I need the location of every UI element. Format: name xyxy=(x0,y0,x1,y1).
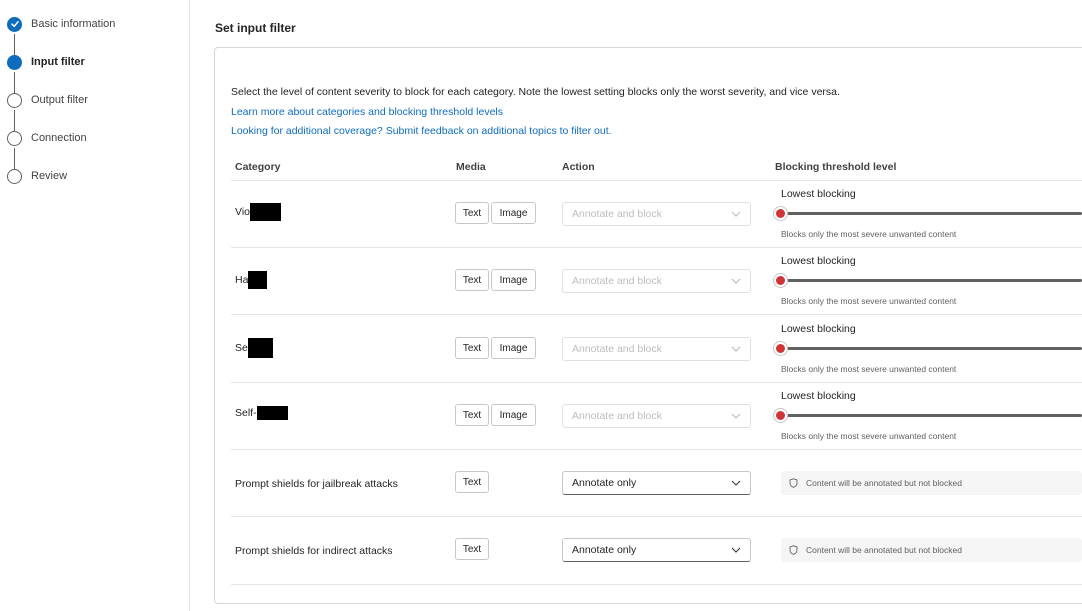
table-row: Ha Text Image Annotate and block Lowest … xyxy=(0,247,1082,314)
threshold-slider-thumb[interactable] xyxy=(774,342,787,355)
media-image-chip: Image xyxy=(491,337,536,359)
table-row: Se Text Image Annotate and block Lowest … xyxy=(0,314,1082,381)
category-cell: Se xyxy=(235,338,273,358)
category-name: Se xyxy=(235,342,248,354)
redaction-block xyxy=(256,406,288,420)
category-name: Prompt shields for jailbreak attacks xyxy=(235,478,398,490)
threshold-title: Lowest blocking xyxy=(781,255,856,267)
feedback-link[interactable]: Looking for additional coverage? Submit … xyxy=(231,125,612,137)
checkmark-icon xyxy=(7,16,22,32)
table-row: Vio Text Image Annotate and block Lowest… xyxy=(0,180,1082,247)
media-text-chip: Text xyxy=(455,404,489,426)
threshold-slider-track[interactable] xyxy=(780,212,1082,215)
threshold-description: Blocks only the most severe unwanted con… xyxy=(781,364,957,374)
action-value: Annotate and block xyxy=(572,275,662,287)
action-value: Annotate only xyxy=(572,477,637,489)
column-header-threshold: Blocking threshold level xyxy=(775,161,897,173)
media-image-chip: Image xyxy=(491,202,536,224)
redaction-block xyxy=(248,271,268,289)
step-connection[interactable]: Connection xyxy=(7,128,87,148)
media-text-chip: Text xyxy=(455,337,489,359)
page-title: Set input filter xyxy=(215,21,296,35)
action-dropdown[interactable]: Annotate and block xyxy=(562,202,751,226)
step-label: Output filter xyxy=(31,94,88,106)
media-image-chip: Image xyxy=(491,404,536,426)
action-value: Annotate and block xyxy=(572,343,662,355)
chevron-down-icon xyxy=(731,413,741,419)
threshold-slider-thumb[interactable] xyxy=(774,207,787,220)
shield-icon xyxy=(789,545,798,555)
step-pending-indicator xyxy=(7,130,22,146)
annotation-info-box: Content will be annotated but not blocke… xyxy=(781,538,1082,562)
threshold-title: Lowest blocking xyxy=(781,323,856,335)
table-row: Self- Text Image Annotate and block Lowe… xyxy=(0,382,1082,449)
step-basic-information[interactable]: Basic information xyxy=(7,14,115,34)
column-header-category: Category xyxy=(235,161,281,173)
annotation-info-text: Content will be annotated but not blocke… xyxy=(806,478,962,488)
threshold-description: Blocks only the most severe unwanted con… xyxy=(781,431,957,441)
threshold-slider-track[interactable] xyxy=(780,347,1082,350)
category-cell: Prompt shields for jailbreak attacks xyxy=(235,478,398,490)
threshold-slider-thumb[interactable] xyxy=(774,409,787,422)
chevron-down-icon xyxy=(731,346,741,352)
step-pending-indicator xyxy=(7,92,22,108)
action-dropdown[interactable]: Annotate and block xyxy=(562,337,751,361)
action-value: Annotate and block xyxy=(572,208,662,220)
threshold-slider-thumb[interactable] xyxy=(774,274,787,287)
action-value: Annotate and block xyxy=(572,410,662,422)
table-row: Prompt shields for indirect attacks Text… xyxy=(0,516,1082,583)
threshold-description: Blocks only the most severe unwanted con… xyxy=(781,229,957,239)
category-name: Prompt shields for indirect attacks xyxy=(235,545,393,557)
threshold-title: Lowest blocking xyxy=(781,390,856,402)
chevron-down-icon xyxy=(731,547,741,553)
category-name: Self- xyxy=(235,407,257,419)
threshold-description: Blocks only the most severe unwanted con… xyxy=(781,296,957,306)
column-header-action: Action xyxy=(562,161,595,173)
threshold-title: Lowest blocking xyxy=(781,188,856,200)
action-dropdown[interactable]: Annotate and block xyxy=(562,269,751,293)
action-dropdown[interactable]: Annotate only xyxy=(562,471,751,495)
category-cell: Prompt shields for indirect attacks xyxy=(235,545,393,557)
action-dropdown[interactable]: Annotate only xyxy=(562,538,751,562)
shield-icon xyxy=(789,478,798,488)
category-name: Vio xyxy=(235,206,250,218)
column-header-media: Media xyxy=(456,161,486,173)
media-text-chip: Text xyxy=(455,269,489,291)
redaction-block xyxy=(250,203,281,221)
step-label: Basic information xyxy=(31,18,116,30)
action-dropdown[interactable]: Annotate and block xyxy=(562,404,751,428)
annotation-info-text: Content will be annotated but not blocke… xyxy=(806,545,962,555)
step-label: Input filter xyxy=(31,56,85,68)
row-divider xyxy=(231,584,1082,585)
chevron-down-icon xyxy=(731,211,741,217)
step-input-filter[interactable]: Input filter xyxy=(7,52,85,72)
chevron-down-icon xyxy=(731,278,741,284)
step-output-filter[interactable]: Output filter xyxy=(7,90,88,110)
learn-more-link[interactable]: Learn more about categories and blocking… xyxy=(231,106,503,118)
category-cell: Ha xyxy=(235,271,268,289)
threshold-slider-track[interactable] xyxy=(780,279,1082,282)
chevron-down-icon xyxy=(731,480,741,486)
redaction-block xyxy=(247,338,273,358)
action-value: Annotate only xyxy=(572,544,637,556)
media-text-chip: Text xyxy=(455,202,489,224)
category-cell: Self- xyxy=(235,406,288,420)
intro-text: Select the level of content severity to … xyxy=(231,86,840,98)
category-cell: Vio xyxy=(235,203,281,221)
category-name: Ha xyxy=(235,274,249,286)
media-text-chip: Text xyxy=(455,538,489,560)
media-image-chip: Image xyxy=(491,269,536,291)
step-current-indicator xyxy=(7,54,22,70)
media-text-chip: Text xyxy=(455,471,489,493)
table-row: Prompt shields for jailbreak attacks Tex… xyxy=(0,449,1082,516)
threshold-slider-track[interactable] xyxy=(780,414,1082,417)
step-label: Connection xyxy=(31,132,87,144)
annotation-info-box: Content will be annotated but not blocke… xyxy=(781,471,1082,495)
